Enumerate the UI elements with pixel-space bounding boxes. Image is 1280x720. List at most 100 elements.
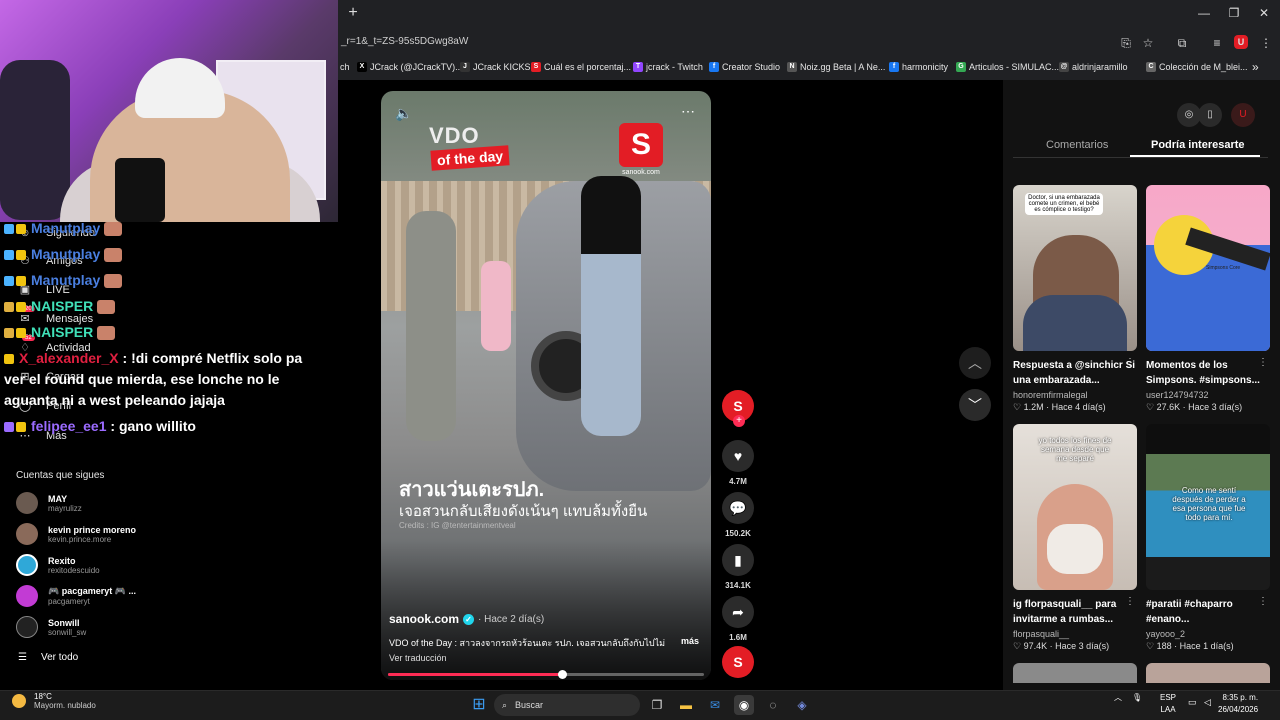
verified-icon: ✓	[463, 613, 475, 625]
video-thumbnail[interactable]: Como me sentí después de perder a esa pe…	[1146, 424, 1270, 590]
bookmark-item[interactable]: X JCrack (@JCrackTV)...	[357, 58, 463, 76]
account-name: Rexito	[48, 555, 76, 566]
device-icon[interactable]: ▯	[1198, 103, 1222, 127]
like-count: 4.7M	[729, 477, 747, 486]
card-title[interactable]: Respuesta a @sinchicr Si una embarazada.…	[1013, 358, 1137, 388]
new-tab-button[interactable]: +	[344, 4, 362, 22]
video-thumbnail-partial[interactable]	[1146, 663, 1270, 683]
card-author[interactable]: florpasquali__	[1013, 629, 1137, 639]
recommended-video-card[interactable]: yo todos los fines de semana desde que m…	[1013, 424, 1137, 652]
bookmark-item[interactable]: f harmonicity	[889, 58, 948, 76]
x-icon: X	[357, 62, 367, 72]
card-more-icon[interactable]: ⋮	[1258, 357, 1268, 368]
card-author[interactable]: yayooo_2	[1146, 629, 1270, 639]
progress-handle[interactable]	[557, 670, 567, 679]
volume-tray-icon[interactable]: ◁	[1204, 697, 1211, 708]
clock[interactable]: 8:35 p. m. 26/04/2026	[1218, 692, 1258, 716]
bookmark-item[interactable]: S Cuál es el porcentaj...	[531, 58, 631, 76]
language-indicator[interactable]: ESP LAA	[1160, 692, 1176, 716]
network-icon[interactable]: ▭	[1188, 697, 1197, 708]
card-likes: 188	[1156, 641, 1172, 651]
tab-comments[interactable]: Comentarios	[1046, 139, 1108, 151]
profile-avatar-icon[interactable]: U	[1234, 35, 1248, 49]
bookmarks-more-button[interactable]: »	[1252, 58, 1259, 76]
followed-account[interactable]: Sonwill sonwill_sw	[16, 616, 86, 638]
minimize-button[interactable]: —	[1192, 4, 1216, 22]
card-more-icon[interactable]: ⋮	[1125, 596, 1135, 607]
bookmark-item[interactable]: N Noiz.gg Beta | A Ne...	[787, 58, 885, 76]
video-thumbnail[interactable]: Doctor, si una embarazada comete un crim…	[1013, 185, 1137, 351]
sound-button[interactable]: S	[722, 646, 754, 678]
followed-account[interactable]: kevin prince moreno kevin.prince.more	[16, 523, 136, 545]
system-tray: ︿ 🎙	[1114, 692, 1142, 703]
user-avatar-icon[interactable]: U	[1231, 103, 1255, 127]
emote-icon	[104, 248, 123, 263]
next-video-button[interactable]: ﹀	[959, 389, 991, 421]
restore-button[interactable]: ❐	[1222, 4, 1246, 22]
follow-plus-icon[interactable]: +	[733, 415, 745, 427]
card-time: Hace 3 día(s)	[1055, 641, 1110, 651]
card-title[interactable]: Momentos de los Simpsons. #simpsons...	[1146, 358, 1270, 388]
bookmark-item[interactable]: G Articulos - SIMULAC...	[956, 58, 1059, 76]
video-progress-bar[interactable]	[388, 670, 704, 679]
language-code: ESP	[1160, 693, 1177, 702]
share-button[interactable]: ➦ 1.6M	[722, 596, 754, 642]
file-explorer-icon[interactable]: ▬	[676, 695, 696, 715]
mail-icon[interactable]: ✉	[705, 695, 725, 715]
video-thumbnail[interactable]: yo todos los fines de semana desde que m…	[1013, 424, 1137, 590]
media-controls-icon[interactable]: ≡	[1209, 35, 1225, 51]
followed-account[interactable]: Rexito rexitodescuido	[16, 554, 100, 576]
bookmark-star-icon[interactable]: ☆	[1140, 35, 1156, 51]
chat-text: gano willito	[118, 418, 196, 434]
caption-more-button[interactable]: más	[681, 636, 699, 646]
video-thumbnail-partial[interactable]	[1013, 663, 1137, 683]
volume-icon[interactable]: 🔈	[395, 105, 412, 122]
tab-recommendations[interactable]: Podría interesarte	[1151, 139, 1245, 151]
card-author[interactable]: user124794732	[1146, 390, 1270, 400]
close-window-button[interactable]: ✕	[1252, 4, 1276, 22]
taskbar-search[interactable]: ⌕ Buscar	[494, 694, 640, 716]
recommended-video-card[interactable]: Doctor, si una embarazada comete un crim…	[1013, 185, 1137, 413]
account-name: MAY	[48, 493, 68, 504]
card-likes: 27.6K	[1156, 402, 1181, 412]
bookmark-item[interactable]: J JCrack KICKS	[460, 58, 531, 76]
extensions-icon[interactable]: ⧉	[1174, 35, 1190, 51]
url-text[interactable]: _r=1&_t=ZS-95s5DGwg8aW	[341, 36, 468, 47]
task-view-icon[interactable]: ❐	[647, 695, 667, 715]
comment-button[interactable]: 💬 150.2K	[722, 492, 754, 538]
bookmark-item[interactable]: @ aldrinjaramillo	[1059, 58, 1128, 76]
card-more-icon[interactable]: ⋮	[1258, 596, 1268, 607]
card-more-icon[interactable]: ⋮	[1125, 357, 1135, 368]
bookmark-item[interactable]: Tjcrack - Twitch	[633, 58, 703, 76]
microphone-icon[interactable]: 🎙	[1132, 693, 1142, 702]
see-all-button[interactable]: ☰ Ver todo	[18, 652, 78, 663]
like-button[interactable]: ♥ 4.7M	[722, 440, 754, 486]
discord-icon[interactable]: ◈	[792, 695, 812, 715]
recommended-video-card[interactable]: Como me sentí después de perder a esa pe…	[1146, 424, 1270, 652]
browser-menu-icon[interactable]: ⋮	[1258, 35, 1274, 51]
start-windows-icon[interactable]: ⊞	[469, 695, 489, 715]
tray-chevron-icon[interactable]: ︿	[1114, 692, 1122, 703]
weather-widget[interactable]: 18°C Mayorm. nublado	[12, 692, 96, 710]
address-bar[interactable]	[340, 30, 1280, 56]
followed-account[interactable]: MAY mayrulizz	[16, 492, 82, 514]
bookmark-item[interactable]: f Creator Studio	[709, 58, 780, 76]
translate-icon[interactable]: ⎘	[1118, 35, 1134, 51]
bookmark-item[interactable]: ch	[340, 58, 350, 76]
bookmark-item[interactable]: C Colección de M_blei...	[1146, 58, 1248, 76]
obs-icon[interactable]: ◌	[763, 695, 783, 715]
author-name[interactable]: sanook.com	[389, 612, 459, 626]
video-player[interactable]: 🔈 ⋯ VDO of the day S sanook.com สาวแว่นเ…	[381, 91, 711, 680]
recommended-video-card[interactable]: Simpsons Core Momentos de los Simpsons. …	[1146, 185, 1270, 413]
card-title[interactable]: ig florpasquali__ para invitarme a rumba…	[1013, 597, 1137, 627]
chrome-icon[interactable]: ◉	[734, 695, 754, 715]
card-author[interactable]: honoremfirmalegal	[1013, 390, 1137, 400]
previous-video-button[interactable]: ︿	[959, 347, 991, 379]
card-title[interactable]: #paratii #chaparro #enano...	[1146, 597, 1270, 627]
video-thumbnail[interactable]: Simpsons Core	[1146, 185, 1270, 351]
followed-account[interactable]: 🎮 pacgameryt 🎮 ... pacgameryt	[16, 585, 136, 607]
translate-button[interactable]: Ver traducción	[389, 653, 447, 663]
save-button[interactable]: ▮ 314.1K	[722, 544, 754, 590]
video-author[interactable]: sanook.com ✓ · Hace 2 día(s)	[389, 612, 544, 626]
video-menu-icon[interactable]: ⋯	[681, 103, 695, 120]
